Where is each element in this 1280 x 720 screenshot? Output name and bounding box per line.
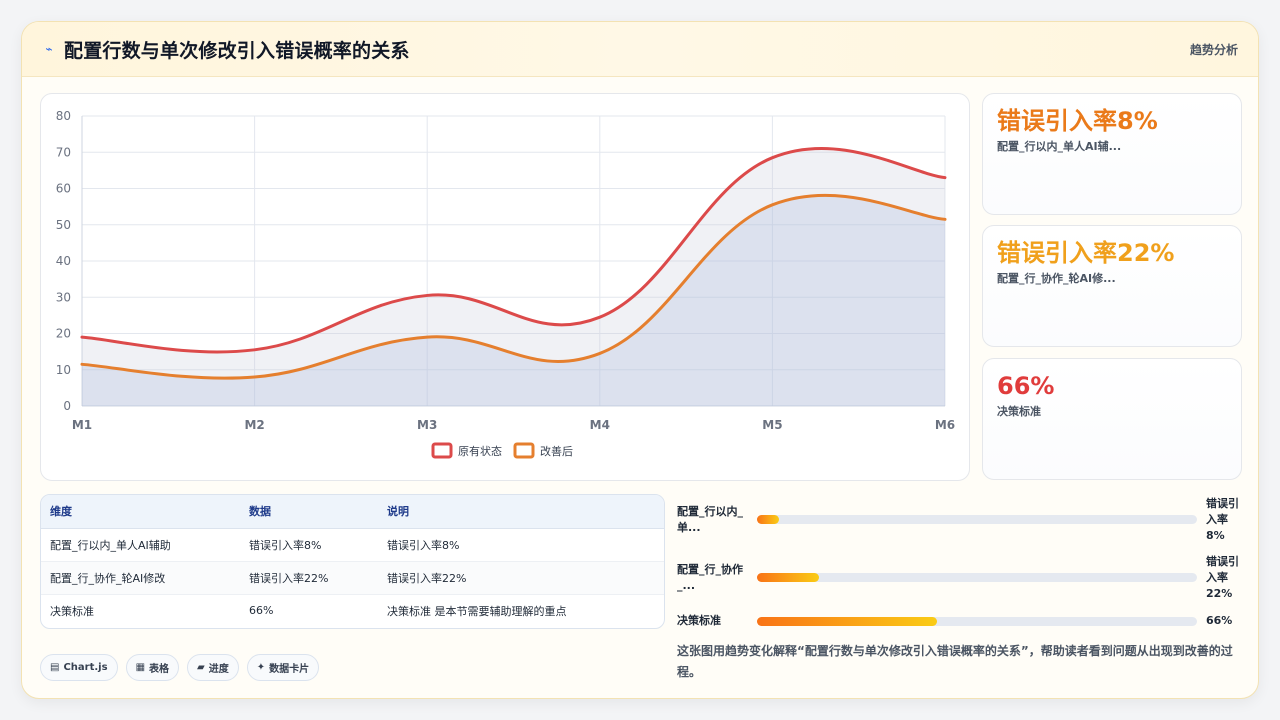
chip-label: Chart.js xyxy=(63,662,108,673)
progress-fill xyxy=(757,617,938,626)
table-cell: 错误引入率22% xyxy=(240,561,378,595)
chip-progress[interactable]: ▰ 进度 xyxy=(187,654,239,681)
column-header: 说明 xyxy=(378,495,664,529)
chip-label: 数据卡片 xyxy=(269,664,310,675)
progress-track xyxy=(757,617,1197,626)
chip-label: 进度 xyxy=(208,664,229,675)
table-icon: ▦ xyxy=(135,662,146,673)
legend-label: 原有状态 xyxy=(458,444,502,458)
table-row: 配置_行以内_单人AI辅助 错误引入率8% 错误引入率8% xyxy=(41,528,664,562)
progress-label: 配置_行以内_单... xyxy=(677,505,743,534)
progress-icon: ▰ xyxy=(197,662,205,673)
trend-analysis-tag: 趋势分析 xyxy=(1189,42,1238,57)
table-cell: 66% xyxy=(249,604,274,618)
stat-card-1: 错误引入率8% 配置_行以内_单人AI辅... xyxy=(982,93,1242,215)
x-tick-label: M6 xyxy=(935,418,955,432)
stat-label: 配置_行以内_单人AI辅... xyxy=(997,140,1122,153)
chart-icon: ▤ xyxy=(50,662,60,673)
chip-table[interactable]: ▦ 表格 xyxy=(125,654,180,681)
y-tick-label: 40 xyxy=(56,254,71,268)
sparkle-icon: ✦ xyxy=(256,662,266,673)
main-card: ⌁ 配置行数与单次修改引入错误概率的关系 趋势分析 0 10 20 30 40 50 60 7… xyxy=(21,21,1259,699)
column-header: 维度 xyxy=(41,495,240,529)
y-tick-label: 50 xyxy=(56,218,71,232)
stat-card-3: 66% 决策标准 xyxy=(982,358,1242,480)
x-tick-label: M4 xyxy=(590,418,610,432)
stat-label: 配置_行_协作_轮AI修... xyxy=(997,272,1116,285)
chip-chartjs[interactable]: ▤ Chart.js xyxy=(40,654,118,681)
x-tick-label: M3 xyxy=(417,418,437,432)
table-cell: 配置_行以内_单人AI辅助 xyxy=(41,528,240,562)
y-tick-label: 20 xyxy=(56,327,71,341)
stat-value: 66% xyxy=(997,372,1055,400)
y-tick-label: 70 xyxy=(56,145,71,159)
table-cell: 错误引入率8% xyxy=(240,528,378,562)
title-wrap: ⌁ 配置行数与单次修改引入错误概率的关系 xyxy=(42,36,410,63)
page-title: 配置行数与单次修改引入错误概率的关系 xyxy=(64,39,410,62)
column-header: 数据 xyxy=(240,495,378,529)
data-table: 维度 数据 说明 配置_行以内_单人AI辅助 错误引入率8% 错误引入率8% 配… xyxy=(40,494,665,629)
legend-swatch xyxy=(513,442,535,459)
y-tick-label: 0 xyxy=(63,399,71,413)
table-row: 配置_行_协作_轮AI修改 错误引入率22% 错误引入率22% xyxy=(41,561,664,595)
table-header-row: 维度 数据 说明 xyxy=(41,495,664,529)
stat-value: 错误引入率22% xyxy=(997,239,1175,267)
table-cell: 配置_行_协作_轮AI修改 xyxy=(41,561,240,595)
chart-description: 这张图用趋势变化解释“配置行数与单次修改引入错误概率的关系”，帮助读者看到问题从… xyxy=(677,644,1233,679)
legend-label: 改善后 xyxy=(540,444,573,458)
table-row: 决策标准 66% 决策标准 是本节需要辅助理解的重点 xyxy=(41,594,664,627)
zigzag-icon: ⌁ xyxy=(45,42,53,56)
chip-data-card[interactable]: ✦ 数据卡片 xyxy=(246,654,320,681)
progress-fill xyxy=(757,573,819,582)
progress-label: 配置_行_协作_... xyxy=(677,563,743,592)
progress-track xyxy=(757,515,1197,524)
line-chart: 0 10 20 30 40 50 60 70 80 M1 M2 M3 M4 M5 M6 原有状态 改善后 xyxy=(56,109,955,459)
progress-value: 错误引入率8% xyxy=(1206,497,1239,542)
card-header: ⌁ 配置行数与单次修改引入错误概率的关系 趋势分析 xyxy=(22,22,1258,77)
chip-label: 表格 xyxy=(149,664,170,675)
progress-value: 错误引入率22% xyxy=(1206,555,1239,600)
x-tick-label: M2 xyxy=(244,418,264,432)
y-tick-label: 60 xyxy=(56,182,71,196)
y-tick-label: 10 xyxy=(56,363,71,377)
stat-value: 错误引入率8% xyxy=(997,107,1158,135)
table-cell: 决策标准 xyxy=(50,604,94,618)
stat-card-2: 错误引入率22% 配置_行_协作_轮AI修... xyxy=(982,225,1242,347)
progress-track xyxy=(757,573,1197,582)
table-cell: 错误引入率8% xyxy=(378,528,664,562)
progress-label: 决策标准 xyxy=(677,614,721,627)
table-cell: 错误引入率22% xyxy=(378,561,664,595)
x-tick-label: M1 xyxy=(72,418,92,432)
stat-label: 决策标准 xyxy=(997,405,1041,418)
progress-value: 66% xyxy=(1206,614,1233,627)
table-cell: 决策标准 是本节需要辅助理解的重点 xyxy=(387,604,567,618)
y-tick-label: 80 xyxy=(56,109,71,123)
x-tick-label: M5 xyxy=(762,418,782,432)
y-tick-label: 30 xyxy=(56,290,71,304)
feature-chips: ▤ Chart.js ▦ 表格 ▰ 进度 ✦ 数据卡片 xyxy=(40,654,320,681)
progress-fill xyxy=(757,515,779,524)
legend-swatch xyxy=(431,442,453,459)
chart-panel: 0 10 20 30 40 50 60 70 80 M1 M2 M3 M4 M5 M6 原有状态 改善后 xyxy=(40,93,970,481)
